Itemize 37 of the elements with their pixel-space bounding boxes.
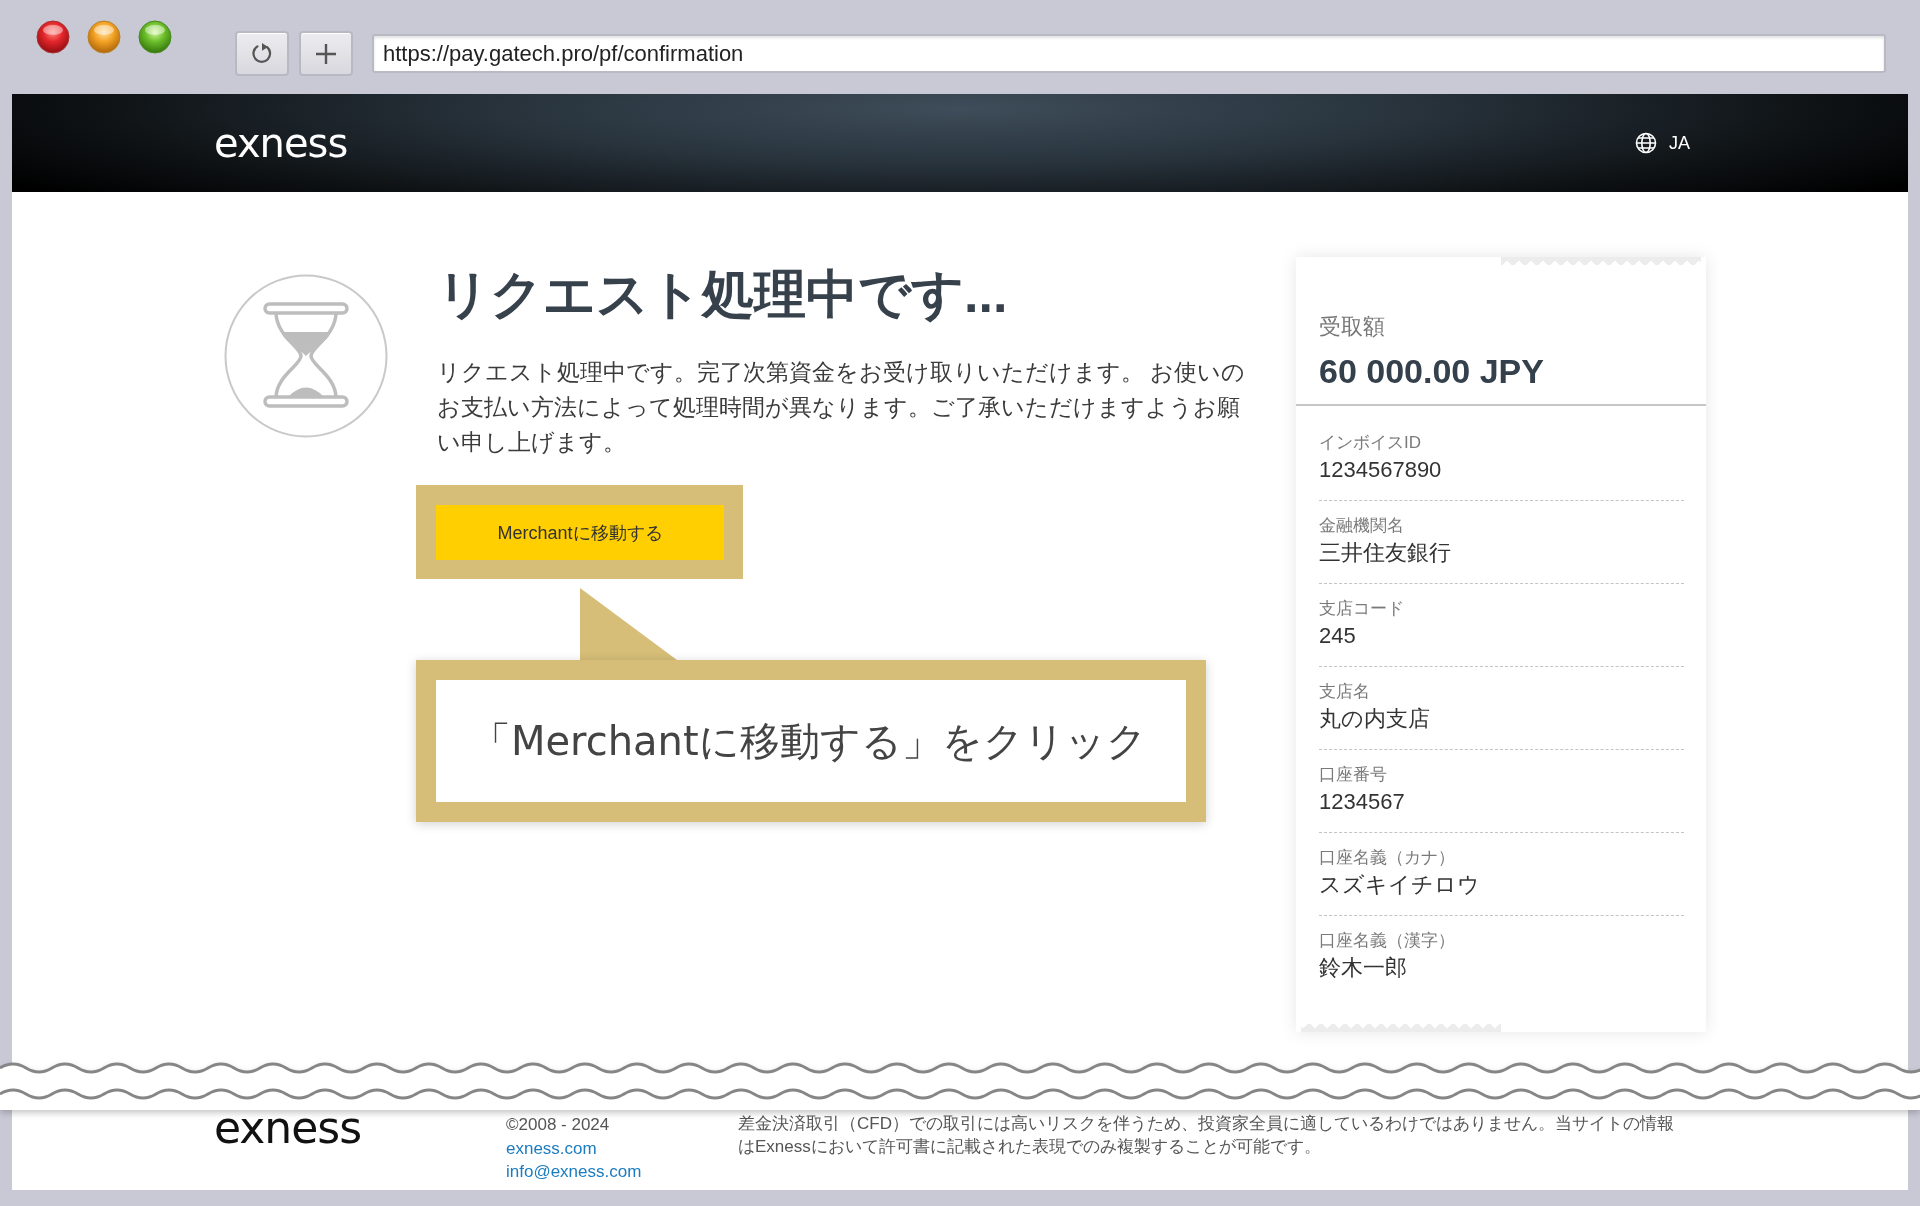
field-value: 丸の内支店 bbox=[1319, 705, 1431, 733]
status-message: リクエスト処理中です。完了次第資金をお受け取りいただけます。 お使いのお支払い方法によって処理時間が異なります。ご了承いただけますようお願い申し上げます。 bbox=[437, 359, 1247, 457]
amount-value: 60 000.00 JPY bbox=[1319, 351, 1545, 392]
reload-icon bbox=[250, 41, 274, 66]
copyright-text: ©2008 - 2024 bbox=[506, 1114, 610, 1136]
field-label: 支店名 bbox=[1319, 681, 1371, 703]
field-label: 口座名義（カナ） bbox=[1319, 847, 1456, 869]
status-heading: リクエスト処理中です... bbox=[437, 264, 1008, 325]
address-bar[interactable]: https://pay.gatech.pro/pf/confirmation bbox=[372, 34, 1886, 73]
footer-logo[interactable]: exness bbox=[214, 1106, 506, 1150]
minimize-window-icon[interactable] bbox=[87, 20, 121, 54]
field-value: 1234567 bbox=[1319, 788, 1406, 816]
amount-label: 受取額 bbox=[1319, 314, 1386, 340]
field-value: 三井住友銀行 bbox=[1319, 539, 1452, 567]
merchant-button[interactable]: Merchantに移動する bbox=[436, 505, 724, 560]
close-window-icon[interactable] bbox=[36, 20, 70, 54]
field-value: 1234567890 bbox=[1319, 456, 1443, 484]
globe-icon bbox=[1635, 132, 1657, 154]
footer-link[interactable]: info@exness.com bbox=[506, 1160, 642, 1184]
field-label: インボイスID bbox=[1319, 432, 1422, 454]
new-tab-button[interactable] bbox=[299, 31, 353, 76]
language-selector[interactable]: JA bbox=[1635, 132, 1690, 154]
maximize-window-icon[interactable] bbox=[138, 20, 172, 54]
field-value: 245 bbox=[1319, 622, 1357, 650]
field-value: 鈴木一郎 bbox=[1319, 954, 1408, 982]
reload-button[interactable] bbox=[235, 31, 289, 76]
field-label: 口座名義（漢字） bbox=[1319, 930, 1456, 952]
hourglass-icon bbox=[224, 274, 388, 438]
disclaimer-text: 差金決済取引（CFD）での取引には高いリスクを伴うため、投資家全員に適しているわけではありません。当サイトの情報はExnessにおいて許可書に記載された表現でのみ複製することが可能です。 bbox=[738, 1113, 1675, 1158]
field-label: 金融機関名 bbox=[1319, 515, 1405, 537]
field-label: 口座番号 bbox=[1319, 764, 1388, 786]
logo[interactable]: exness bbox=[214, 121, 348, 165]
plus-icon bbox=[314, 41, 338, 66]
callout-text: 「Merchantに移動する」をクリック bbox=[471, 716, 1147, 766]
field-label: 支店コード bbox=[1319, 598, 1405, 620]
field-value: スズキイチロウ bbox=[1319, 871, 1481, 899]
footer-link[interactable]: exness.com bbox=[506, 1136, 597, 1160]
